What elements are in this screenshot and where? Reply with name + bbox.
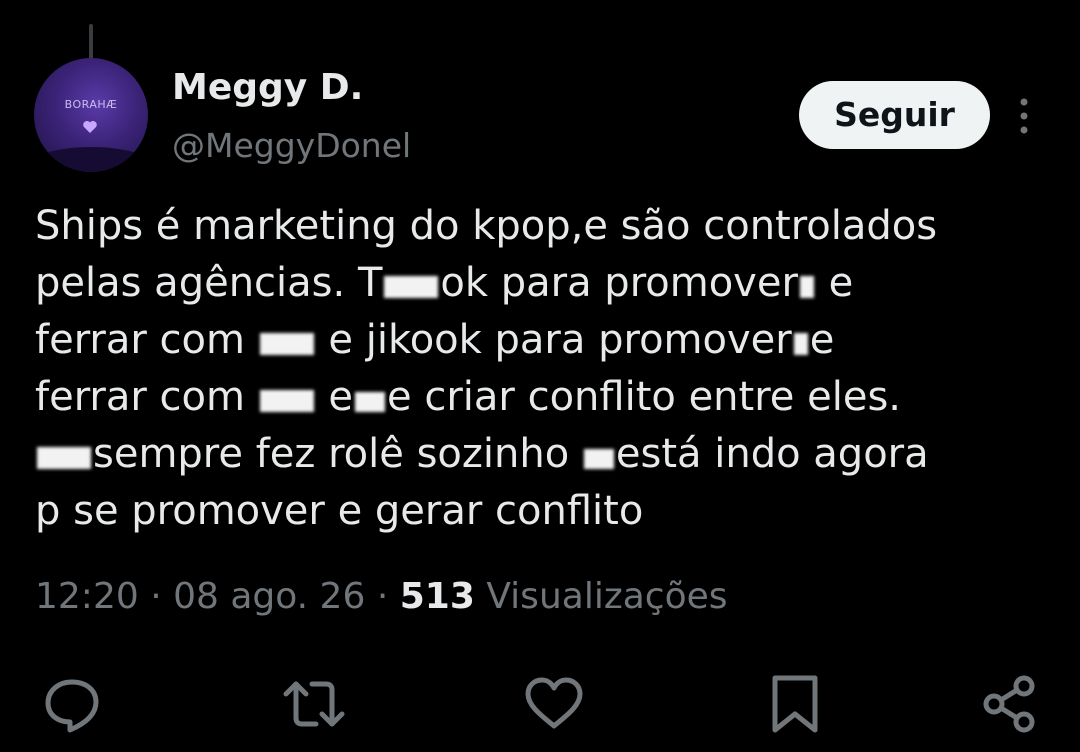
tweet-text-segment: e criar conflito entre eles. — [387, 374, 901, 420]
tweet-text-segment: e jikook para promover — [315, 317, 792, 363]
redaction-mark — [799, 276, 814, 298]
tweet-text-segment: e — [809, 317, 835, 363]
views-label[interactable]: Visualizações — [486, 576, 727, 617]
redaction-mark — [355, 392, 386, 412]
tweet-text-segment: ok para promover — [440, 260, 798, 306]
author-handle[interactable]: @MeggyDonel — [172, 124, 411, 168]
author-display-name[interactable]: Meggy D. — [172, 66, 363, 110]
tweet-line: sempre fez rolê sozinho está indo agora — [35, 426, 1045, 483]
redaction-mark — [583, 449, 614, 469]
bookmark-icon[interactable] — [763, 672, 827, 736]
tweet-text-segment: está indo agora — [615, 431, 929, 477]
tweet-text-segment: T — [357, 260, 383, 306]
tweet-text-segment: Ships é marketing do kpop,e são controla… — [35, 203, 938, 249]
tweet-text-segment: ferrar com — [35, 374, 258, 420]
tweet-text-segment: pelas agências. — [35, 260, 358, 306]
redaction-mark — [37, 447, 91, 469]
heart-avatar-icon — [83, 121, 97, 133]
tweet-text-segment: sempre fez rolê sozinho — [93, 431, 570, 477]
tweet-text-segment: ferrar com — [35, 317, 258, 363]
tweet-date[interactable]: 08 ago. 26 — [173, 576, 365, 617]
tweet-text: Ships é marketing do kpop,e são controla… — [35, 198, 1045, 540]
meta-separator: · — [150, 576, 162, 617]
reply-icon[interactable] — [40, 672, 104, 736]
avatar[interactable]: BORAHÆ — [34, 58, 148, 172]
tweet-text-segment: e — [815, 260, 854, 306]
tweet-line: ferrar com e e criar conflito entre eles. — [35, 369, 1045, 426]
tweet-line: p se promover e gerar conflito — [35, 483, 1045, 540]
tweet-line: ferrar com e jikook para promover e — [35, 312, 1045, 369]
retweet-icon[interactable] — [282, 672, 346, 736]
redaction-mark — [259, 333, 314, 355]
tweet-line: Ships é marketing do kpop,e são controla… — [35, 198, 1045, 255]
share-icon[interactable] — [978, 672, 1042, 736]
redaction-mark — [259, 390, 314, 412]
tweet-text-segment: e — [315, 374, 354, 420]
thread-connector-line — [89, 24, 93, 60]
follow-button[interactable]: Seguir — [799, 81, 990, 149]
avatar-text: BORAHÆ — [64, 98, 118, 111]
tweet-line: pelas agências. Tok para promover e — [35, 255, 1045, 312]
views-count[interactable]: 513 — [400, 576, 475, 617]
tweet-meta: 12:20 · 08 ago. 26 · 513 Visualizações — [35, 574, 728, 620]
tweet-text-segment: p se promover e gerar conflito — [35, 488, 644, 534]
redaction-mark — [793, 333, 808, 355]
more-options-icon[interactable] — [1010, 96, 1038, 136]
meta-separator: · — [376, 576, 389, 617]
avatar-hill — [34, 147, 148, 172]
redaction-mark — [384, 276, 439, 298]
tweet-time[interactable]: 12:20 — [35, 576, 139, 617]
heart-icon[interactable] — [522, 672, 586, 736]
